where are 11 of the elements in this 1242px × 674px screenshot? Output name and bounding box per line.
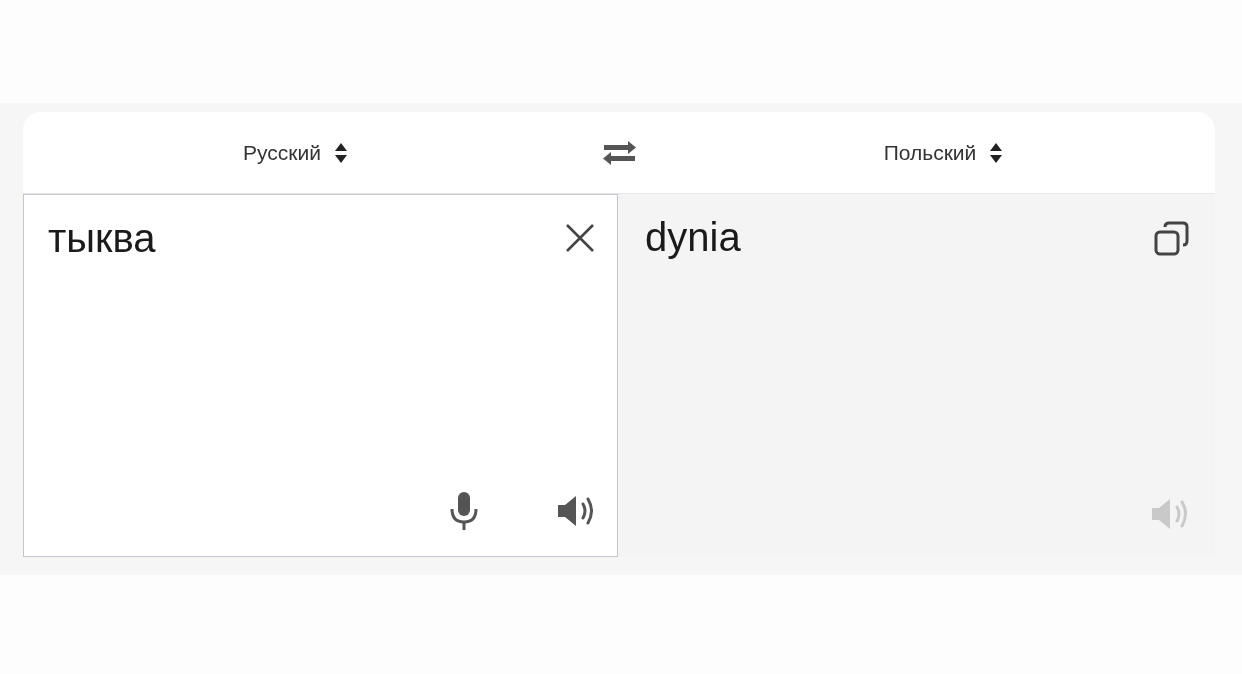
source-text-field[interactable]: тыква [23,194,618,557]
source-text: тыква [48,215,156,261]
close-icon[interactable] [565,223,595,253]
translation-text: dynia [645,214,741,260]
source-language-select[interactable]: Русский [241,136,349,169]
copy-icon[interactable] [1154,221,1189,256]
sort-icon [334,142,347,163]
speaker-icon[interactable] [557,494,595,528]
target-language-select[interactable]: Польский [881,136,1005,169]
microphone-icon[interactable] [449,492,479,530]
sort-icon [990,142,1003,163]
